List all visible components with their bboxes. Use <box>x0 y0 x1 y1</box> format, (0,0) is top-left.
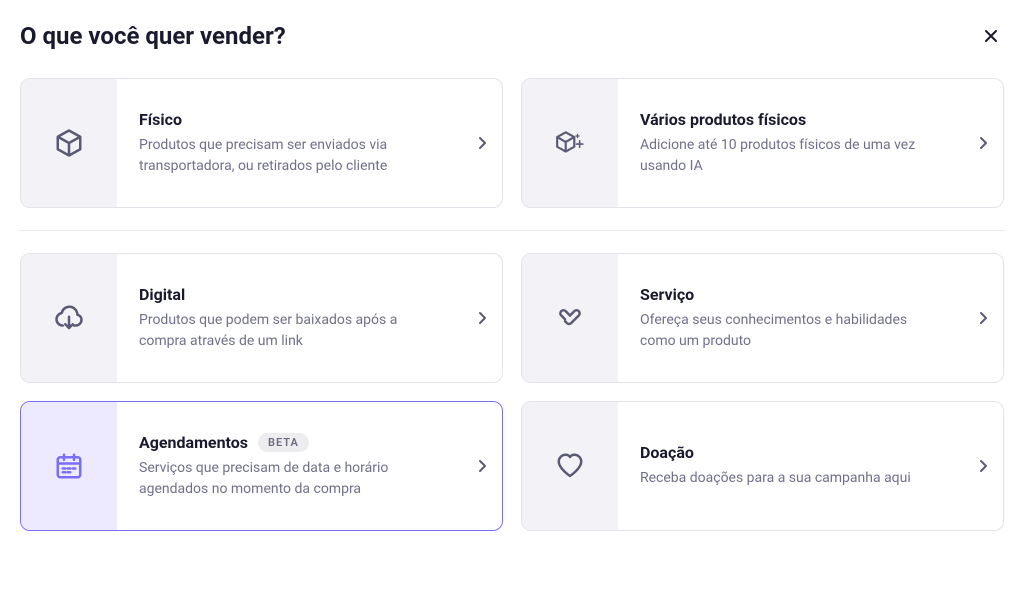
box-icon <box>54 128 84 158</box>
option-digital[interactable]: Digital Produtos que podem ser baixados … <box>20 253 503 383</box>
icon-container <box>522 254 618 382</box>
option-servico[interactable]: Serviço Ofereça seus conhecimentos e hab… <box>521 253 1004 383</box>
beta-badge: BETA <box>258 433 309 452</box>
handshake-icon <box>555 303 585 333</box>
close-icon <box>982 27 1000 45</box>
option-content: Digital Produtos que podem ser baixados … <box>117 254 462 382</box>
icon-container <box>522 79 618 207</box>
heart-icon <box>555 451 585 481</box>
option-title: Agendamentos <box>139 433 248 452</box>
option-desc: Ofereça seus conhecimentos e habilidades… <box>640 310 943 352</box>
chevron-right-icon <box>474 458 490 474</box>
option-content: Doação Receba doações para a sua campanh… <box>618 402 963 530</box>
option-title: Doação <box>640 443 694 462</box>
chevron-right-icon <box>975 310 991 326</box>
chevron-container <box>963 79 1003 207</box>
option-desc: Produtos que precisam ser enviados via t… <box>139 135 442 177</box>
option-content: Vários produtos físicos Adicione até 10 … <box>618 79 963 207</box>
page-title: O que você quer vender? <box>20 22 286 50</box>
calendar-icon <box>54 451 84 481</box>
cloud-download-icon <box>54 303 84 333</box>
chevron-container <box>963 402 1003 530</box>
icon-container <box>522 402 618 530</box>
option-title: Serviço <box>640 285 694 304</box>
divider <box>20 230 1004 231</box>
option-varios-fisicos[interactable]: Vários produtos físicos Adicione até 10 … <box>521 78 1004 208</box>
chevron-right-icon <box>975 135 991 151</box>
chevron-container <box>462 254 502 382</box>
chevron-container <box>462 402 502 530</box>
option-desc: Adicione até 10 produtos físicos de uma … <box>640 135 943 177</box>
option-title: Vários produtos físicos <box>640 110 806 129</box>
chevron-right-icon <box>474 310 490 326</box>
chevron-container <box>963 254 1003 382</box>
option-doacao[interactable]: Doação Receba doações para a sua campanh… <box>521 401 1004 531</box>
icon-container <box>21 79 117 207</box>
chevron-right-icon <box>975 458 991 474</box>
option-agendamentos[interactable]: Agendamentos BETA Serviços que precisam … <box>20 401 503 531</box>
chevron-right-icon <box>474 135 490 151</box>
option-content: Agendamentos BETA Serviços que precisam … <box>117 402 462 530</box>
chevron-container <box>462 79 502 207</box>
close-button[interactable] <box>978 23 1004 49</box>
option-content: Físico Produtos que precisam ser enviado… <box>117 79 462 207</box>
icon-container <box>21 254 117 382</box>
option-desc: Receba doações para a sua campanha aqui <box>640 468 943 489</box>
option-desc: Produtos que podem ser baixados após a c… <box>139 310 442 352</box>
box-sparkle-icon <box>555 128 585 158</box>
option-content: Serviço Ofereça seus conhecimentos e hab… <box>618 254 963 382</box>
icon-container <box>21 402 117 530</box>
option-title: Físico <box>139 110 182 129</box>
option-fisico[interactable]: Físico Produtos que precisam ser enviado… <box>20 78 503 208</box>
option-title: Digital <box>139 285 185 304</box>
option-desc: Serviços que precisam de data e horário … <box>139 458 442 500</box>
